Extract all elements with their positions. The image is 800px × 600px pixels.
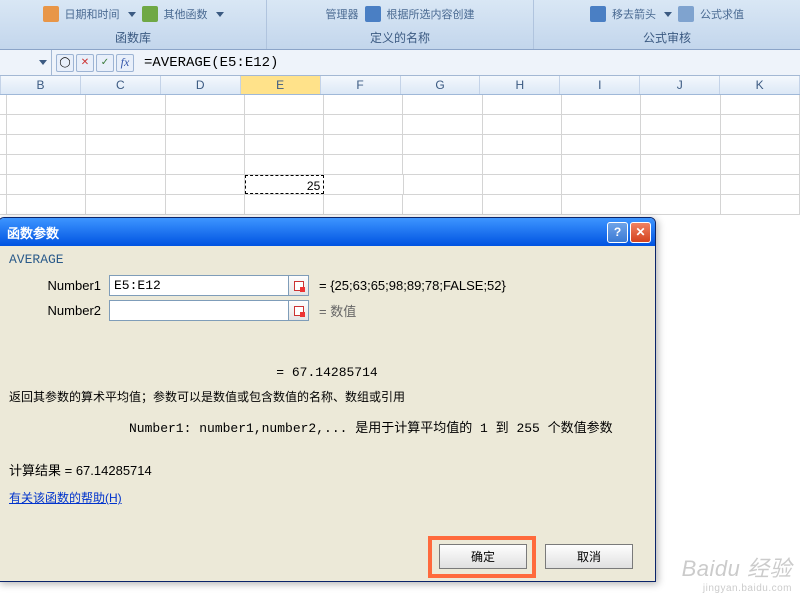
watermark-brand: Baidu 经验 [682,556,792,581]
ribbon-item-remove[interactable]: 移去箭头 [612,6,656,22]
column-header-b[interactable]: B [1,76,81,94]
column-header-g[interactable]: G [401,76,481,94]
ribbon-item-other[interactable]: 其他函数 [164,6,208,22]
ribbon-group-audit: 移去箭头 公式求值 公式审核 [534,0,800,49]
cancel-button[interactable]: 取消 [545,544,633,569]
ribbon-item-evaluate[interactable]: 公式求值 [700,6,744,22]
column-header-h[interactable]: H [480,76,560,94]
formula-toolbar: ◯ ✕ ✓ fx [52,54,138,72]
argument-row: Number1 = {25;63;65;98;89;78;FALSE;52} [9,275,645,296]
accept-formula-button[interactable]: ✓ [96,54,114,72]
calc-result-value: 67.14285714 [76,463,152,478]
ribbon-group-functions: 日期和时间 其他函数 函数库 [0,0,267,49]
range-selector-icon [294,281,304,291]
date-time-icon [43,6,59,22]
ribbon-group-label: 定义的名称 [267,29,533,46]
collapse-button[interactable]: ◯ [56,54,74,72]
selected-range-cell[interactable]: 25 [245,175,324,194]
argument-row: Number2 = 数值 [9,300,645,321]
watermark-sub: jingyan.baidu.com [682,583,792,594]
ribbon-item-datetime[interactable]: 日期和时间 [65,6,120,22]
dialog-button-row: 确定 取消 [439,544,633,569]
watermark: Baidu 经验 jingyan.baidu.com [682,551,792,594]
calculation-result: 计算结果 = 67.14285714 [9,460,645,479]
column-header-i[interactable]: I [560,76,640,94]
ribbon-item-create[interactable]: 根据所选内容创建 [387,6,475,22]
dialog-help-button[interactable]: ? [607,222,628,243]
calc-result-label: 计算结果 = [9,463,76,478]
argument-evaluated: = {25;63;65;98;89;78;FALSE;52} [319,278,506,293]
cancel-formula-button[interactable]: ✕ [76,54,94,72]
dialog-title: 函数参数 [7,223,605,242]
range-selector-icon [294,306,304,316]
column-headers: B C D E F G H I J K [0,76,800,95]
chevron-down-icon [128,12,136,17]
ribbon-group-label: 公式审核 [534,29,800,46]
fx-button[interactable]: fx [116,54,134,72]
column-header-k[interactable]: K [720,76,800,94]
argument-input-number2[interactable] [109,300,289,321]
function-arguments-dialog: 函数参数 ? ✕ AVERAGE Number1 = {25;63;65;98;… [0,217,656,582]
function-name-label: AVERAGE [9,252,645,267]
remove-arrows-icon [590,6,606,22]
range-selector-button[interactable] [288,275,309,296]
formula-bar: ◯ ✕ ✓ fx [0,50,800,76]
function-help-link[interactable]: 有关该函数的帮助(H) [9,491,122,505]
range-selector-button[interactable] [288,300,309,321]
spreadsheet-grid[interactable]: 25 [0,95,800,215]
dialog-body: AVERAGE Number1 = {25;63;65;98;89;78;FAL… [0,246,655,514]
formula-input[interactable] [138,55,800,71]
ribbon-group-label: 函数库 [0,29,266,46]
function-description: 返回其参数的算术平均值；参数可以是数值或包含数值的名称、数组或引用 [9,388,645,407]
argument-label: Number2 [9,303,109,318]
other-functions-icon [142,6,158,22]
ribbon-item-manager[interactable]: 管理器 [326,6,359,22]
argument-label: Number1 [9,278,109,293]
ribbon: 日期和时间 其他函数 函数库 管理器 根据所选内容创建 定义的名称 移去箭头 公… [0,0,800,50]
column-header-d[interactable]: D [161,76,241,94]
chevron-down-icon [664,12,672,17]
column-header-f[interactable]: F [321,76,401,94]
evaluate-formula-icon [678,6,694,22]
chevron-down-icon [39,60,47,65]
argument-input-number1[interactable] [109,275,289,296]
chevron-down-icon [216,12,224,17]
ribbon-group-names: 管理器 根据所选内容创建 定义的名称 [267,0,534,49]
column-header-c[interactable]: C [81,76,161,94]
column-header-j[interactable]: J [640,76,720,94]
name-box[interactable] [0,50,52,75]
create-from-selection-icon [365,6,381,22]
ok-button[interactable]: 确定 [439,544,527,569]
dialog-close-button[interactable]: ✕ [630,222,651,243]
argument-evaluated: = 数值 [319,301,356,320]
column-header-e[interactable]: E [241,76,321,94]
argument-description: Number1: number1,number2,... 是用于计算平均值的 1… [9,417,645,436]
inline-result: = 67.14285714 [9,365,645,380]
dialog-titlebar[interactable]: 函数参数 ? ✕ [0,218,655,246]
